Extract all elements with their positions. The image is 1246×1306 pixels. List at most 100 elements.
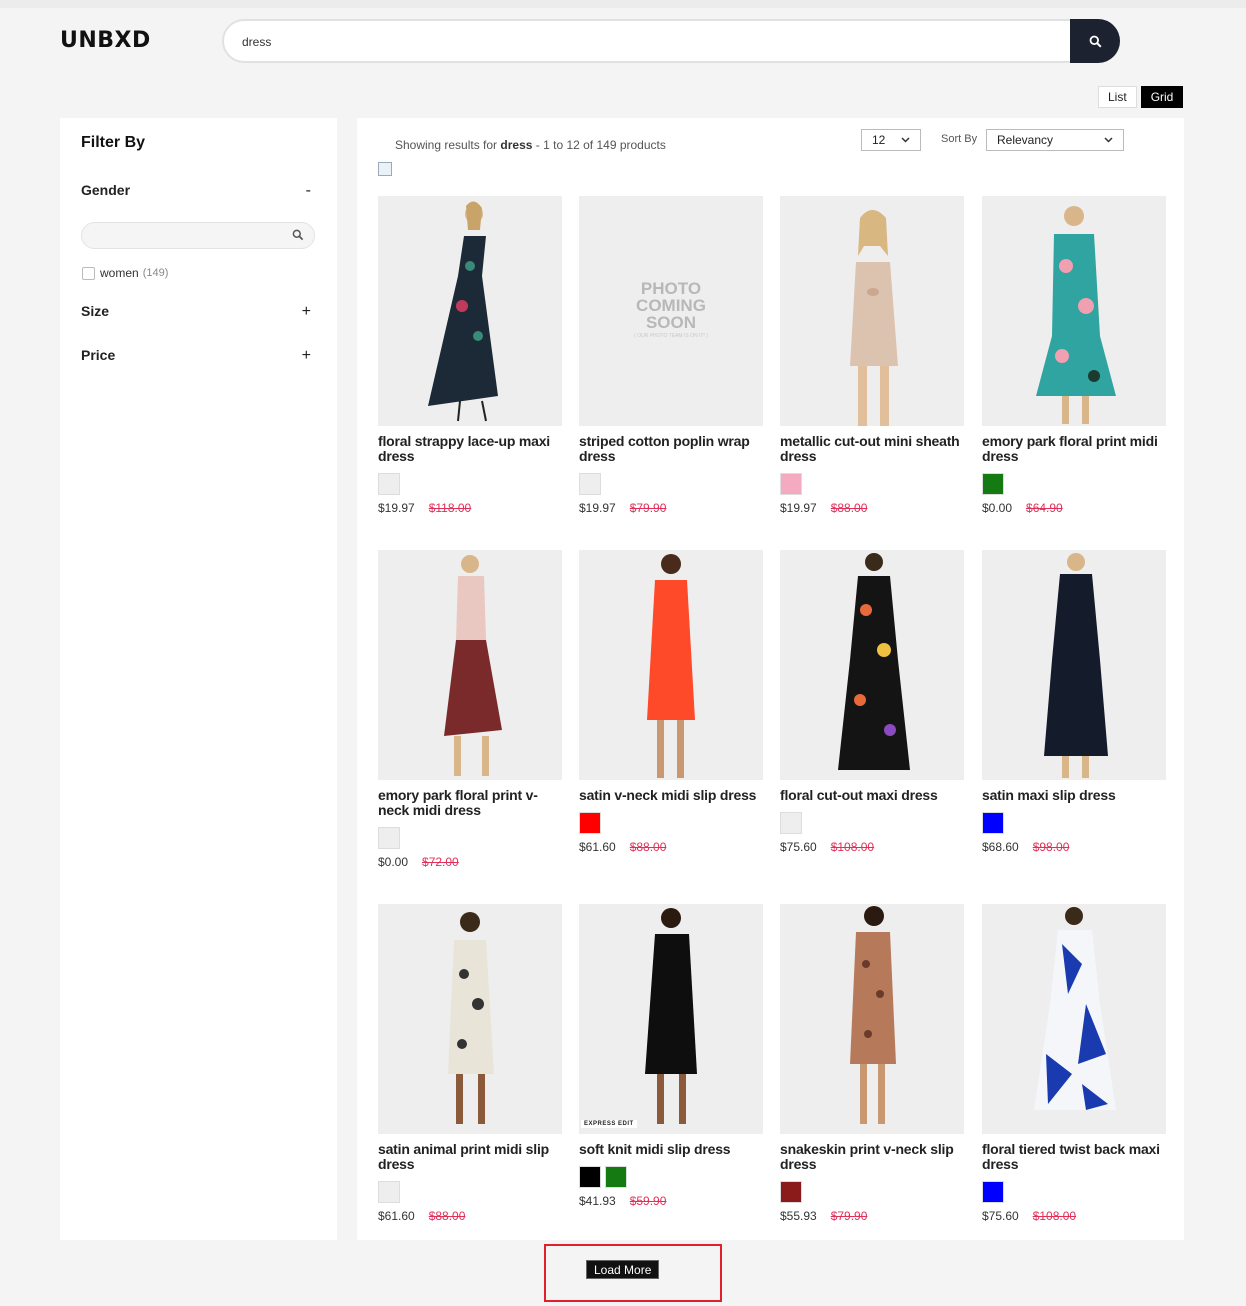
sort-select[interactable]: Relevancy	[986, 129, 1124, 151]
product-card[interactable]: floral cut-out maxi dress $75.60 $108.00	[780, 550, 964, 854]
product-image[interactable]	[982, 904, 1166, 1134]
facet-gender[interactable]: Gender -	[81, 182, 311, 200]
product-image[interactable]	[780, 904, 964, 1134]
sale-price: $55.93	[780, 1209, 817, 1223]
product-card[interactable]: PHOTO COMING SOON ( OUR PHOTO TEAM IS ON…	[579, 196, 763, 515]
expand-icon[interactable]: +	[302, 347, 311, 365]
color-swatch[interactable]	[579, 473, 601, 495]
product-card[interactable]: EXPRESS EDIT soft knit midi slip dress $…	[579, 904, 763, 1208]
price-row: $55.93 $79.90	[780, 1209, 964, 1223]
color-swatch[interactable]	[378, 1181, 400, 1203]
product-image[interactable]	[579, 550, 763, 780]
color-swatch[interactable]	[579, 812, 601, 834]
product-name[interactable]: metallic cut-out mini sheath dress	[780, 434, 964, 464]
product-name[interactable]: satin animal print midi slip dress	[378, 1142, 562, 1172]
swatch-list	[579, 473, 763, 495]
grid-view-button[interactable]: Grid	[1140, 86, 1184, 108]
search-button[interactable]	[1070, 19, 1120, 63]
price-row: $19.97 $79.90	[579, 501, 763, 515]
express-edit-tag: EXPRESS EDIT	[581, 1120, 637, 1128]
product-card[interactable]: snakeskin print v-neck slip dress $55.93…	[780, 904, 964, 1223]
collapse-icon[interactable]: -	[306, 182, 311, 200]
search-input[interactable]	[242, 31, 1062, 53]
color-swatch[interactable]	[982, 812, 1004, 834]
sort-value: Relevancy	[997, 133, 1054, 147]
product-name[interactable]: satin v-neck midi slip dress	[579, 788, 763, 803]
product-image[interactable]	[982, 550, 1166, 780]
product-name[interactable]: snakeskin print v-neck slip dress	[780, 1142, 964, 1172]
product-image[interactable]	[982, 196, 1166, 426]
price-row: $19.97 $88.00	[780, 501, 964, 515]
original-price: $72.00	[422, 855, 459, 869]
gender-search-input[interactable]	[81, 222, 315, 249]
product-card[interactable]: satin v-neck midi slip dress $61.60 $88.…	[579, 550, 763, 854]
dress-image	[850, 906, 896, 1124]
price-row: $61.60 $88.00	[579, 840, 763, 854]
filter-sidebar: Filter By Gender - women (149) Size + Pr…	[60, 118, 337, 1240]
per-page-select[interactable]: 12	[861, 129, 921, 151]
product-name[interactable]: floral strappy lace-up maxi dress	[378, 434, 562, 464]
search-icon	[1089, 35, 1102, 48]
swatch-list	[378, 1181, 562, 1203]
swatch-list	[378, 473, 562, 495]
price-row: $75.60 $108.00	[982, 1209, 1166, 1223]
product-image[interactable]	[780, 196, 964, 426]
product-name[interactable]: soft knit midi slip dress	[579, 1142, 763, 1157]
color-swatch[interactable]	[780, 473, 802, 495]
brand-logo[interactable]: UNBXD	[60, 28, 151, 53]
color-swatch[interactable]	[579, 1166, 601, 1188]
dress-image	[428, 201, 498, 422]
color-swatch[interactable]	[780, 812, 802, 834]
color-swatch[interactable]	[378, 827, 400, 849]
dress-image	[647, 554, 695, 778]
gender-option-women[interactable]: women (149)	[82, 266, 168, 280]
sale-price: $19.97	[780, 501, 817, 515]
price-row: $61.60 $88.00	[378, 1209, 562, 1223]
color-swatch[interactable]	[605, 1166, 627, 1188]
product-image[interactable]: PHOTO COMING SOON ( OUR PHOTO TEAM IS ON…	[579, 196, 763, 426]
color-swatch[interactable]	[378, 473, 400, 495]
product-card[interactable]: emory park floral print v-neck midi dres…	[378, 550, 562, 869]
swatch-list	[982, 812, 1166, 834]
product-name[interactable]: emory park floral print midi dress	[982, 434, 1166, 464]
original-price: $118.00	[428, 501, 472, 515]
swatch-list	[378, 827, 562, 849]
product-name[interactable]: striped cotton poplin wrap dress	[579, 434, 763, 464]
product-card[interactable]: metallic cut-out mini sheath dress $19.9…	[780, 196, 964, 515]
load-more-button[interactable]: Load More	[586, 1260, 660, 1279]
checkbox[interactable]	[82, 266, 95, 280]
facet-label: Gender	[81, 182, 131, 198]
original-price: $88.00	[830, 501, 868, 515]
original-price: $59.90	[629, 1194, 667, 1208]
product-card[interactable]: floral tiered twist back maxi dress $75.…	[982, 904, 1166, 1223]
facet-price[interactable]: Price +	[81, 347, 311, 365]
facet-size[interactable]: Size +	[81, 303, 311, 321]
dress-image	[448, 912, 494, 1124]
product-image[interactable]	[378, 196, 562, 426]
color-swatch[interactable]	[982, 1181, 1004, 1203]
swatch-list	[579, 812, 763, 834]
color-swatch[interactable]	[780, 1181, 802, 1203]
product-image[interactable]	[780, 550, 964, 780]
product-name[interactable]: floral cut-out maxi dress	[780, 788, 964, 803]
product-name[interactable]: emory park floral print v-neck midi dres…	[378, 788, 562, 818]
product-image[interactable]: EXPRESS EDIT	[579, 904, 763, 1134]
product-name[interactable]: satin maxi slip dress	[982, 788, 1166, 803]
list-view-button[interactable]: List	[1098, 86, 1137, 108]
sale-price: $75.60	[982, 1209, 1019, 1223]
product-card[interactable]: floral strappy lace-up maxi dress $19.97…	[378, 196, 562, 515]
swatch-list	[982, 473, 1166, 495]
product-card[interactable]: satin maxi slip dress $68.60 $98.00	[982, 550, 1166, 854]
original-price: $108.00	[830, 840, 875, 854]
per-page-value: 12	[872, 133, 886, 147]
product-card[interactable]: satin animal print midi slip dress $61.6…	[378, 904, 562, 1223]
sale-price: $0.00	[378, 855, 409, 869]
option-count: (149)	[142, 267, 169, 279]
dress-image	[645, 908, 697, 1124]
color-swatch[interactable]	[982, 473, 1004, 495]
product-image[interactable]	[378, 904, 562, 1134]
expand-icon[interactable]: +	[302, 303, 311, 321]
product-image[interactable]	[378, 550, 562, 780]
product-card[interactable]: emory park floral print midi dress $0.00…	[982, 196, 1166, 515]
product-name[interactable]: floral tiered twist back maxi dress	[982, 1142, 1166, 1172]
